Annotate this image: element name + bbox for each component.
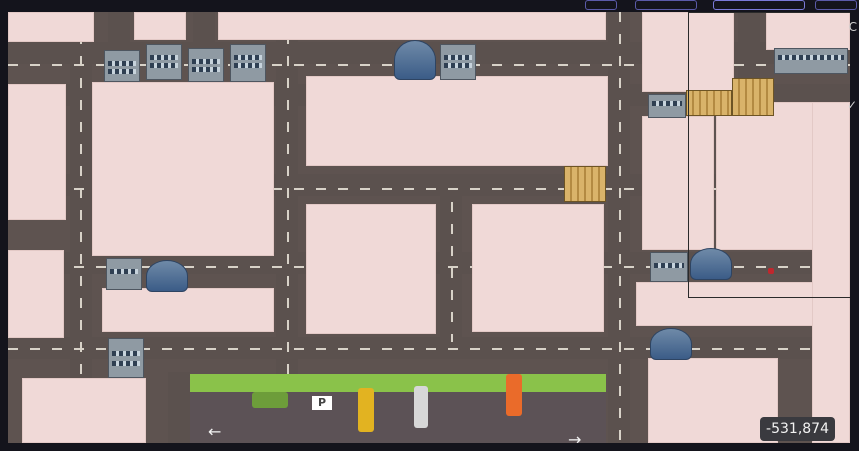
city-block[interactable] (92, 82, 274, 256)
selection-frame (688, 12, 850, 298)
city-map[interactable]: P ← → (8, 12, 850, 443)
toolbar-slot[interactable] (635, 0, 697, 10)
checkmark-icon[interactable]: ✓ (847, 98, 857, 112)
storage-tank[interactable] (394, 40, 436, 80)
building[interactable] (188, 48, 224, 82)
building[interactable] (648, 94, 686, 118)
arrow-left-icon: ← (208, 422, 222, 441)
unit-marker[interactable] (768, 268, 774, 274)
building[interactable] (650, 252, 688, 282)
car-green[interactable] (252, 392, 288, 408)
side-panel-letter[interactable]: C (849, 20, 857, 34)
car-white[interactable] (414, 386, 428, 428)
city-block[interactable] (306, 204, 436, 334)
lane-marking (451, 202, 453, 342)
building[interactable] (106, 258, 142, 290)
city-block[interactable] (8, 250, 64, 338)
building[interactable] (108, 338, 144, 378)
city-block[interactable] (218, 12, 606, 40)
city-block[interactable] (102, 288, 274, 332)
city-block[interactable] (472, 204, 604, 332)
top-toolbar (575, 0, 859, 10)
building[interactable] (146, 44, 182, 80)
toolbar-slot[interactable] (713, 0, 805, 10)
road (108, 12, 130, 52)
parking-sign-icon: P (312, 396, 332, 410)
building[interactable] (104, 50, 140, 82)
park-strip (190, 374, 606, 392)
road (168, 372, 190, 443)
coordinate-readout: -531,874 (760, 417, 835, 441)
city-block[interactable] (8, 84, 66, 220)
building[interactable] (230, 44, 266, 82)
storage-tank[interactable] (650, 328, 692, 360)
game-window: P ← → C ✓ -531,874 (0, 0, 859, 451)
city-block[interactable] (648, 358, 778, 443)
toolbar-slot[interactable] (585, 0, 617, 10)
car-orange[interactable] (506, 374, 522, 416)
toolbar-slot[interactable] (815, 0, 857, 10)
lane-marking (619, 12, 621, 443)
city-block[interactable] (134, 12, 186, 40)
city-block[interactable] (306, 76, 608, 166)
market-building[interactable] (564, 166, 606, 202)
building[interactable] (440, 44, 476, 80)
road (193, 12, 215, 52)
storage-tank[interactable] (146, 260, 188, 292)
city-block[interactable] (22, 378, 146, 443)
arrow-right-icon: → (568, 430, 582, 443)
city-block[interactable] (8, 12, 94, 42)
car-yellow[interactable] (358, 388, 374, 432)
